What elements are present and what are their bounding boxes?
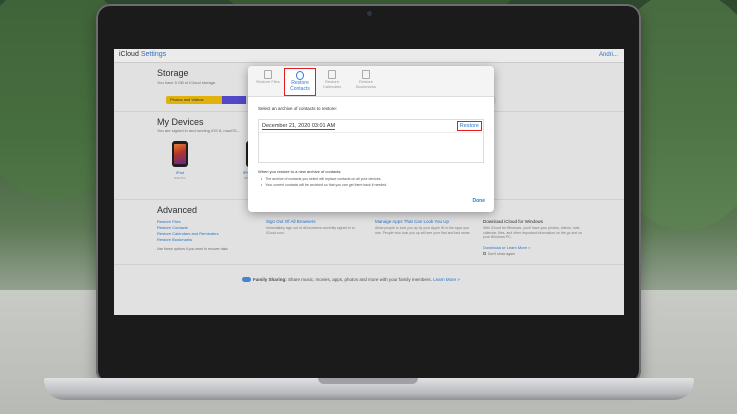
contact-icon [296,71,304,80]
camera-icon [367,11,372,16]
tab-restore-files[interactable]: Restore Files [252,68,284,96]
tab-label: Restore Contacts [290,80,310,92]
info-item: The archive of contacts you select will … [261,177,381,181]
laptop-screen: iCloud Settings Andri... Storage You hav… [114,49,624,315]
restore-contacts-dialog: Restore Files Restore Contacts Restore C… [248,66,494,212]
file-icon [264,70,272,79]
restore-button[interactable]: Restore [456,121,482,131]
tab-label: Restore Bookmarks [355,79,376,89]
archive-prompt: Select an archive of contacts to restore… [258,106,338,111]
done-button[interactable]: Done [473,198,486,204]
archive-row[interactable]: December 21, 2020 03:01 AM Restore [259,120,483,133]
tab-label: Restore Files [256,79,280,84]
tab-label: Restore Calendars [322,79,342,89]
archive-date: December 21, 2020 03:01 AM [262,123,336,130]
calendar-icon [328,70,336,79]
archive-list: December 21, 2020 03:01 AM Restore [258,119,484,163]
bookmark-icon [362,70,370,79]
info-item: Your current contacts will be archived s… [261,183,387,187]
tab-restore-contacts[interactable]: Restore Contacts [284,68,316,96]
tab-restore-calendars[interactable]: Restore Calendars [316,68,348,96]
tab-restore-bookmarks[interactable]: Restore Bookmarks [350,68,382,96]
laptop-notch [318,378,418,384]
info-title: When you restore to a new archive of con… [258,169,342,174]
restore-tabs: Restore Files Restore Contacts Restore C… [248,66,494,97]
